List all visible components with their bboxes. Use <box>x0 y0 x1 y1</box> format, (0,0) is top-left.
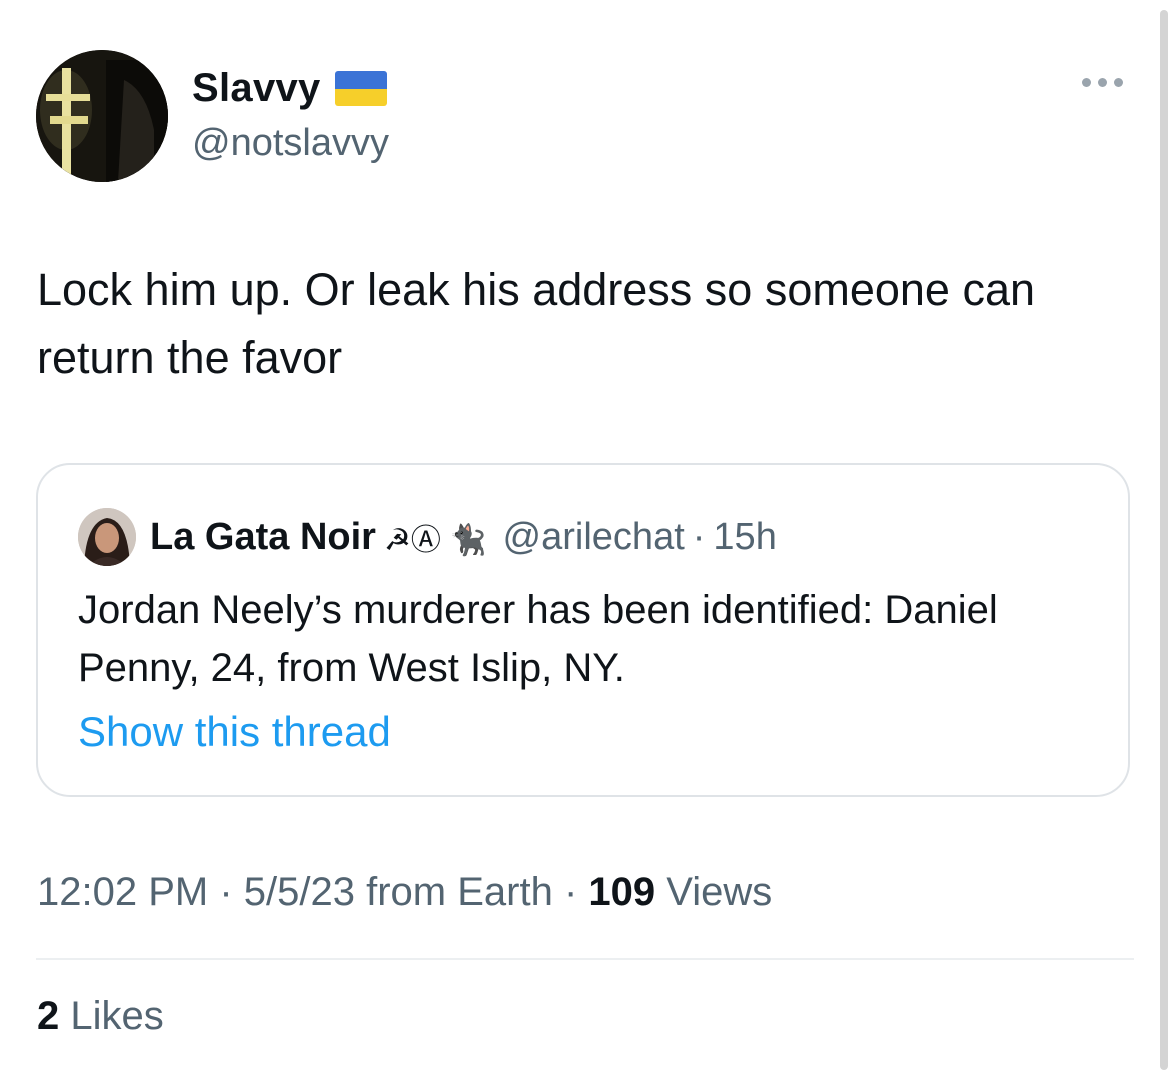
separator-dot: · <box>692 515 706 558</box>
quoted-author-name: La Gata Noir <box>150 515 376 558</box>
author-handle[interactable]: @notslavvy <box>192 122 389 165</box>
quoted-author-handle: @arilechat <box>502 515 685 558</box>
likes-count: 2 <box>37 994 60 1038</box>
tweet-time[interactable]: 12:02 PM <box>37 870 208 914</box>
likes-link[interactable]: 2 Likes <box>37 994 164 1039</box>
quoted-tweet-card[interactable]: La Gata Noir ☭Ⓐ 🐈‍⬛ @arilechat · 15h Jor… <box>36 463 1130 797</box>
divider <box>36 958 1134 960</box>
tweet-text: Lock him up. Or leak his address so some… <box>37 264 1035 383</box>
views-count: 109 <box>588 870 656 914</box>
quoted-author-avatar <box>78 508 136 566</box>
separator-dot: · <box>563 870 578 914</box>
author-avatar[interactable] <box>36 50 168 182</box>
quoted-author-emojis: ☭Ⓐ 🐈‍⬛ <box>383 524 487 557</box>
separator-dot: · <box>219 870 233 914</box>
show-thread-link[interactable]: Show this thread <box>78 708 391 756</box>
quoted-tweet-time: 15h <box>713 515 777 558</box>
scrollbar[interactable] <box>1160 10 1168 1070</box>
author-display-name[interactable]: Slavvy <box>192 66 321 111</box>
tweet-date-source[interactable]: 5/5/23 from Earth <box>244 870 553 914</box>
likes-label: Likes <box>70 994 164 1038</box>
author-display-name-row[interactable]: Slavvy <box>192 66 387 111</box>
views-label: Views <box>666 870 773 914</box>
tweet-metadata: 12:02 PM · 5/5/23 from Earth · 109 Views <box>37 870 772 915</box>
ukraine-flag-icon <box>334 71 387 106</box>
more-dots-icon[interactable] <box>1082 78 1123 87</box>
quoted-tweet-header: La Gata Noir ☭Ⓐ 🐈‍⬛ @arilechat · 15h <box>78 505 777 569</box>
quoted-tweet-text: Jordan Neely’s murderer has been identif… <box>78 588 998 690</box>
